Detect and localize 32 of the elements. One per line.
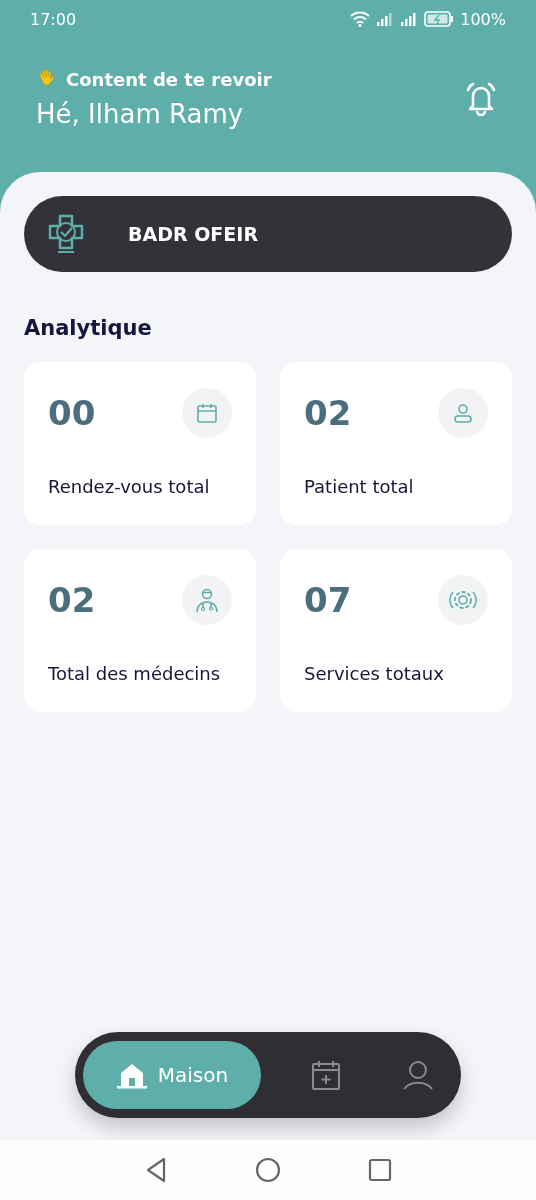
stat-card[interactable]: 00 Rendez-vous total xyxy=(24,362,256,525)
battery-percent: 100% xyxy=(460,9,506,29)
stat-label: Services totaux xyxy=(304,663,445,684)
battery-icon xyxy=(424,11,455,27)
section-title: Analytique xyxy=(24,316,153,340)
recents-icon[interactable] xyxy=(368,1158,393,1182)
person-icon xyxy=(452,402,474,424)
stat-label: Total des médecins xyxy=(48,663,222,684)
cross-logo-icon xyxy=(46,213,86,255)
doctor-icon xyxy=(194,587,220,613)
clinic-banner[interactable]: BADR OFEIR xyxy=(24,196,512,272)
status-time: 17:00 xyxy=(30,9,77,29)
stat-card[interactable]: 02 Patient total xyxy=(280,362,512,525)
stat-card[interactable]: 02 Total des médecins xyxy=(24,549,256,712)
stat-value: 00 xyxy=(48,393,96,433)
user-name: Hé, Ilham Ramy xyxy=(36,99,245,129)
home-icon xyxy=(115,1061,148,1089)
stat-value: 02 xyxy=(304,393,352,433)
wifi-icon xyxy=(350,11,371,27)
stat-label: Patient total xyxy=(304,476,415,497)
stat-label: Rendez-vous total xyxy=(48,476,211,497)
profile-icon xyxy=(402,1059,434,1091)
greeting-text: Content de te revoir xyxy=(66,68,272,90)
stat-value: 07 xyxy=(304,580,352,620)
bell-icon[interactable] xyxy=(464,80,498,116)
calendar-icon xyxy=(196,402,218,424)
stat-card[interactable]: 07 Services totaux xyxy=(280,549,512,712)
signal-icon xyxy=(376,12,395,26)
calendar-add-icon xyxy=(311,1059,341,1091)
home-circle-icon[interactable] xyxy=(255,1157,281,1183)
stat-value: 02 xyxy=(48,580,96,620)
signal-icon xyxy=(400,12,419,26)
